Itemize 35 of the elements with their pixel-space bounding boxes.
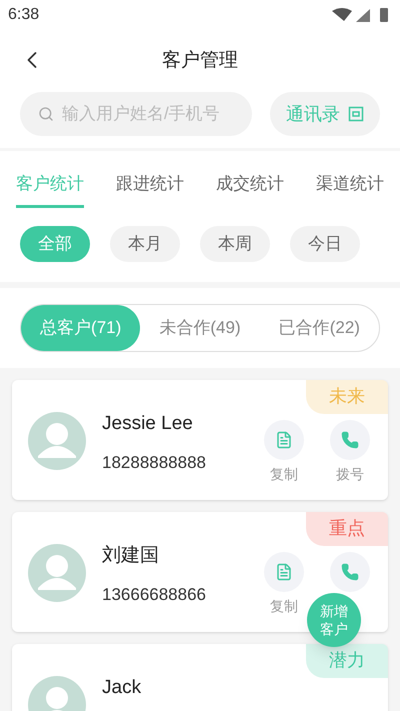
customer-name: 刘建国 — [102, 544, 160, 568]
segment-tab[interactable]: 已合作(22) — [260, 304, 379, 350]
dial-button[interactable] — [330, 552, 370, 592]
customer-card[interactable]: 潜力 Jack — [12, 644, 388, 711]
avatar-icon — [28, 412, 86, 470]
customer-tag: 重点 — [306, 512, 388, 546]
period-chip[interactable]: 本周 — [200, 226, 270, 262]
customer-name: Jessie Lee — [102, 412, 194, 436]
phone-icon — [341, 430, 359, 448]
search-icon — [38, 106, 54, 122]
contacts-icon — [348, 106, 364, 122]
document-icon — [275, 430, 293, 448]
customer-phone: 13666688866 — [102, 584, 208, 606]
customer-tag: 未来 — [306, 380, 388, 414]
stats-tab[interactable]: 跟进统计 — [116, 171, 184, 208]
avatar-icon — [28, 544, 86, 602]
stats-tab[interactable]: 渠道统计 — [316, 171, 384, 208]
customer-tag: 潜力 — [306, 644, 388, 678]
action-label: 复制 — [270, 464, 298, 484]
action-label: 拨号 — [336, 464, 364, 484]
dial-button[interactable] — [330, 420, 370, 460]
document-icon — [275, 562, 293, 580]
page-title: 客户管理 — [162, 48, 238, 73]
period-chip[interactable]: 本月 — [110, 226, 180, 262]
copy-button[interactable] — [264, 420, 304, 460]
customer-card[interactable]: 未来 Jessie Lee 18288888888 复制 拨号 — [12, 380, 388, 500]
segment-tab[interactable]: 未合作(49) — [140, 304, 260, 350]
period-chip[interactable]: 今日 — [290, 226, 360, 262]
status-time: 6:38 — [8, 5, 40, 25]
customer-name: Jack — [102, 676, 142, 700]
action-label: 复制 — [270, 596, 298, 616]
phone-icon — [341, 562, 359, 580]
customer-phone: 18288888888 — [102, 452, 208, 474]
stats-tab[interactable]: 成交统计 — [216, 171, 284, 208]
copy-button[interactable] — [264, 552, 304, 592]
